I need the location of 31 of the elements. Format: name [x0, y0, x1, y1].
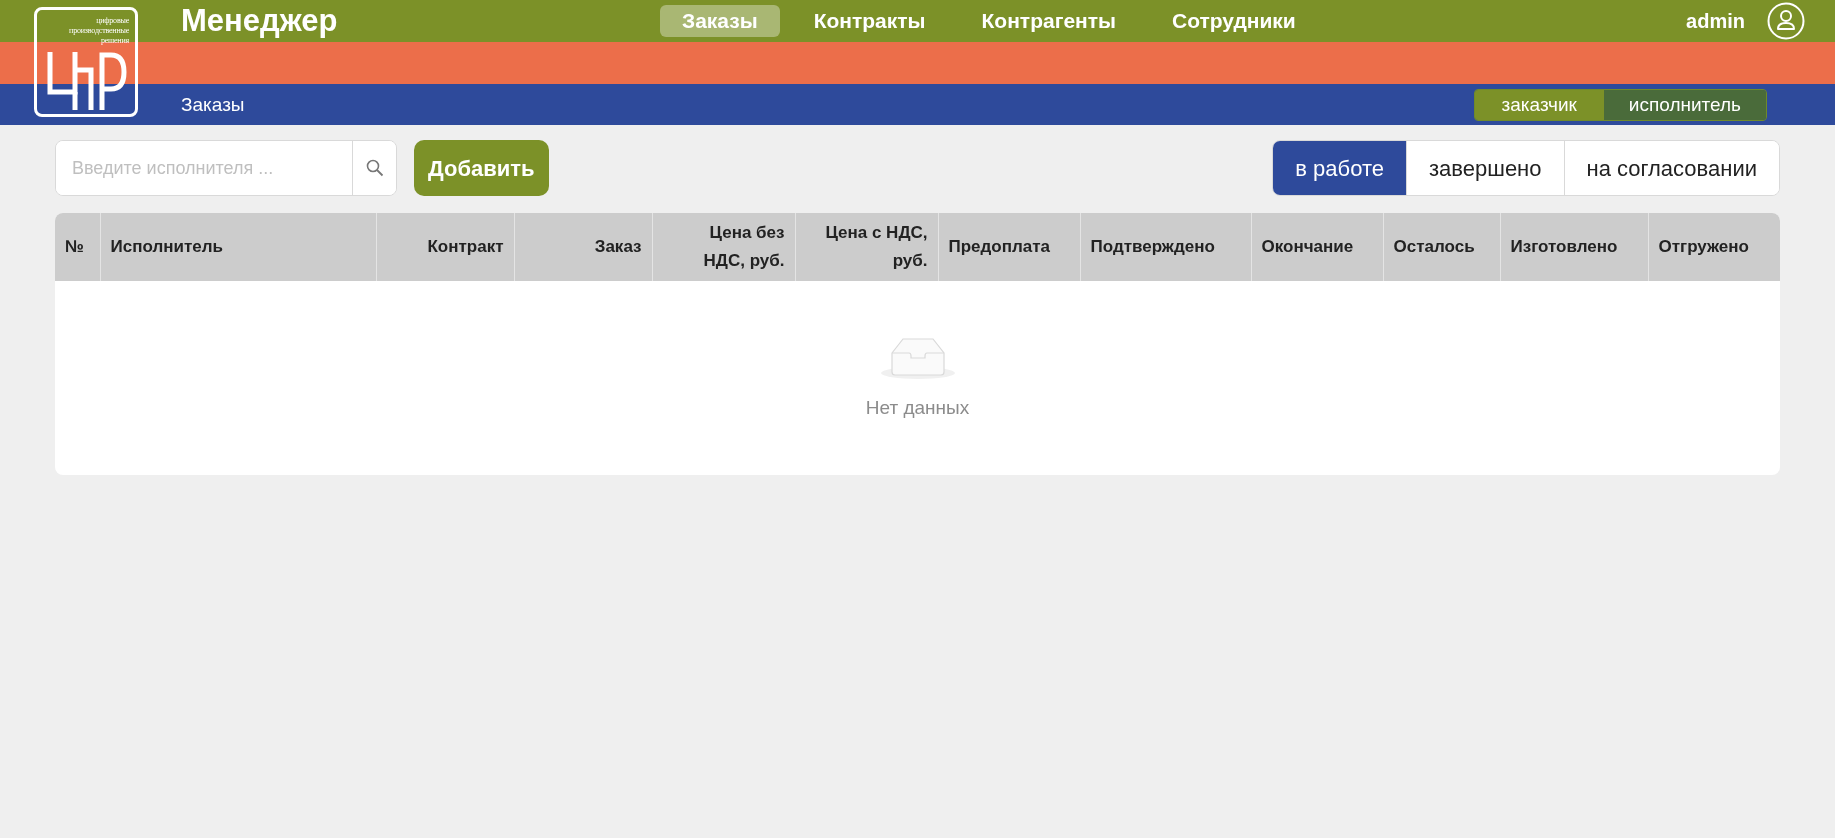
- user-icon[interactable]: [1767, 2, 1805, 40]
- logo-tagline: цифровые производственные решения: [68, 16, 129, 46]
- empty-message: Нет данных: [865, 395, 970, 420]
- column-header: Контракт: [427, 237, 504, 256]
- column-header: Цена без НДС, руб.: [703, 223, 785, 270]
- column-header: Исполнитель: [110, 237, 223, 256]
- search-icon: [365, 159, 384, 177]
- column-header: Осталось: [1393, 237, 1475, 256]
- column-header: Изготовлено: [1510, 237, 1618, 256]
- column-header: Отгружено: [1658, 237, 1749, 256]
- logo-mark-icon: [45, 52, 129, 112]
- breadcrumb: Заказы: [181, 93, 245, 117]
- nav-tab[interactable]: Сотрудники: [1149, 5, 1318, 37]
- column-header: Предоплата: [948, 237, 1051, 256]
- column-header: Заказ: [594, 237, 642, 256]
- app-title: Менеджер: [181, 2, 338, 40]
- column-header: Цена с НДС, руб.: [825, 223, 928, 270]
- status-tab[interactable]: на согласовании: [1563, 141, 1779, 195]
- nav-tab[interactable]: Заказы: [660, 5, 780, 37]
- role-toggle[interactable]: заказчик: [1474, 90, 1604, 120]
- add-button[interactable]: Добавить: [414, 140, 549, 196]
- status-tab[interactable]: в работе: [1273, 141, 1406, 195]
- column-header: Окончание: [1261, 237, 1354, 256]
- search-button[interactable]: [352, 141, 396, 195]
- nav-tab[interactable]: Контрагенты: [959, 5, 1138, 37]
- user-name: admin: [1686, 9, 1745, 34]
- search-field[interactable]: Введите исполнителя ...: [55, 140, 397, 196]
- column-header: №: [65, 237, 84, 256]
- column-header: Подтверждено: [1090, 237, 1215, 256]
- nav-tab[interactable]: Контракты: [791, 5, 948, 37]
- role-toggle[interactable]: исполнитель: [1603, 90, 1766, 120]
